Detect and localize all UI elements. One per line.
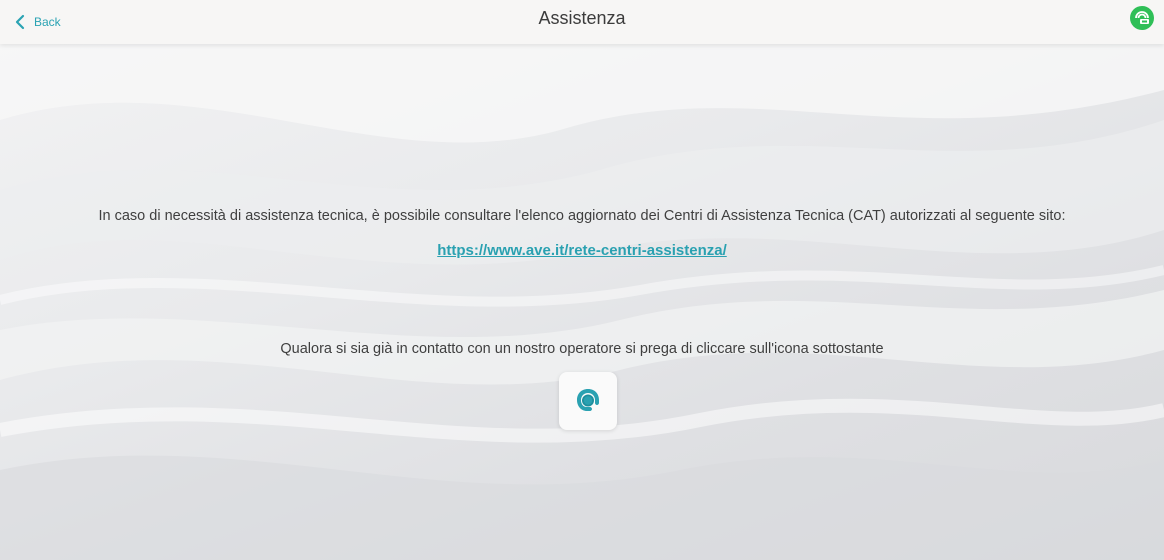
- operator-headset-icon: [577, 389, 599, 411]
- connection-status-icon[interactable]: [1130, 6, 1154, 30]
- operator-contact-button[interactable]: [559, 372, 617, 430]
- assistance-info-text: In caso di necessità di assistenza tecni…: [98, 208, 1066, 224]
- assistance-centers-link[interactable]: https://www.ave.it/rete-centri-assistenz…: [0, 242, 1164, 259]
- main-content: In caso di necessità di assistenza tecni…: [0, 44, 1164, 560]
- page-title: Assistenza: [538, 8, 626, 28]
- top-bar: Back Assistenza: [0, 0, 1164, 44]
- operator-contact-text: Qualora si sia già in contatto con un no…: [280, 341, 884, 357]
- assistance-page: Back Assistenza In caso di necessità di …: [0, 0, 1164, 560]
